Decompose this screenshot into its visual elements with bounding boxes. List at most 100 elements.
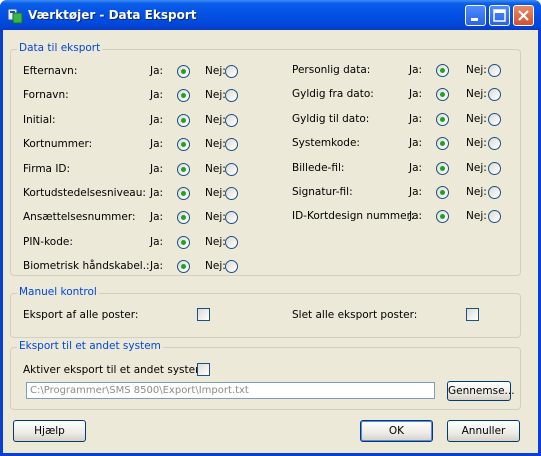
yes-radio[interactable] (177, 187, 190, 200)
radio-selected-dot (181, 215, 186, 221)
no-radio[interactable] (225, 65, 238, 78)
fields_right-label: Systemkode: (292, 137, 360, 150)
radio-selected-dot (181, 191, 186, 196)
yes-label: Ja: (409, 186, 423, 198)
help-button[interactable]: Hjælp (13, 420, 86, 442)
fields_left-label: Initial: (23, 113, 56, 126)
manual-control-group-title: Manuel kontrol (17, 286, 99, 299)
yes-radio[interactable] (436, 64, 449, 77)
maximize-icon (493, 9, 506, 22)
activate-export-checkbox[interactable] (197, 363, 210, 376)
no-label: Nej: (466, 112, 487, 125)
fields_left-label: PIN-kode: (23, 235, 73, 248)
radio-selected-dot (181, 117, 186, 123)
no-label: Nej: (205, 211, 226, 224)
yes-radio[interactable] (436, 186, 449, 199)
no-label: Nej: (466, 88, 487, 101)
fields_right-label: Gyldig fra dato: (292, 88, 374, 101)
export-path-field[interactable]: C:\Programmer\SMS 8500\Export\Import.txt (26, 382, 435, 399)
no-label: Nej: (205, 113, 226, 126)
fields_left-label: Biometrisk håndskabel.: (23, 260, 150, 273)
browse-button[interactable]: Gennemse... (447, 381, 515, 401)
minimize-button[interactable] (465, 5, 486, 26)
yes-radio[interactable] (177, 162, 190, 176)
yes-label: Ja: (150, 89, 164, 102)
title-bar[interactable]: Værktøjer - Data Eksport (0, 0, 541, 30)
fields_left-label: Fornavn: (23, 89, 69, 102)
dialog-window: Værktøjer - Data Eksport Data til ekspor… (0, 0, 541, 456)
app-icon (7, 8, 23, 24)
yes-label: Ja: (150, 113, 164, 126)
delete-all-label: Slet alle eksport poster: (292, 309, 418, 321)
fields_right-label: Billede-fil: (292, 161, 345, 174)
yes-radio[interactable] (177, 65, 190, 78)
cancel-button[interactable]: Annuller (447, 420, 520, 442)
no-label: Nej: (205, 138, 226, 151)
no-label: Nej: (205, 260, 226, 273)
yes-label: Ja: (409, 112, 423, 125)
radio-selected-dot (440, 214, 445, 220)
no-radio[interactable] (488, 112, 501, 126)
external-export-group: Eksport til et andet system (10, 340, 521, 410)
no-radio[interactable] (488, 64, 501, 77)
yes-radio[interactable] (177, 113, 190, 127)
fields_left-label: Ansættelsesnummer: (23, 211, 136, 224)
fields_right-label: ID-Kortdesign nummer: (292, 210, 415, 223)
radio-selected-dot (440, 141, 445, 147)
yes-label: Ja: (150, 162, 164, 175)
no-radio[interactable] (225, 235, 238, 249)
yes-radio[interactable] (436, 161, 449, 175)
fields_left-label: Kortudstedelsesniveau: (23, 187, 146, 199)
yes-label: Ja: (150, 235, 164, 248)
radio-selected-dot (181, 93, 186, 99)
radio-selected-dot (440, 116, 445, 122)
no-label: Nej: (205, 89, 226, 102)
yes-label: Ja: (409, 137, 423, 150)
yes-label: Ja: (150, 138, 164, 151)
minimize-icon (471, 18, 478, 21)
no-radio[interactable] (225, 162, 238, 176)
no-radio[interactable] (225, 187, 238, 200)
radio-selected-dot (440, 68, 445, 73)
close-button[interactable] (513, 5, 534, 26)
no-label: Nej: (205, 162, 226, 175)
yes-label: Ja: (150, 187, 164, 199)
fields_right-label: Signatur-fil: (292, 186, 353, 198)
yes-label: Ja: (409, 64, 423, 76)
delete-all-checkbox[interactable] (466, 308, 479, 321)
no-label: Nej: (205, 65, 226, 77)
yes-radio[interactable] (436, 112, 449, 126)
fields_right-label: Personlig data: (292, 64, 371, 76)
no-radio[interactable] (488, 161, 501, 175)
no-label: Nej: (205, 187, 226, 199)
radio-selected-dot (181, 239, 186, 245)
radio-selected-dot (440, 165, 445, 171)
dialog-client-area: Data til eksport Efternavn: Ja: Nej: Fornav… (3, 30, 538, 453)
close-icon (518, 10, 529, 21)
yes-label: Ja: (409, 88, 423, 101)
no-label: Nej: (466, 64, 487, 76)
radio-selected-dot (181, 142, 186, 148)
no-label: Nej: (205, 235, 226, 248)
no-label: Nej: (466, 137, 487, 150)
export-all-checkbox[interactable] (197, 308, 210, 321)
external-export-group-title: Eksport til et andet system (17, 340, 163, 353)
data-export-group-title: Data til eksport (17, 42, 103, 55)
no-radio[interactable] (488, 186, 501, 199)
fields_left-label: Efternavn: (23, 65, 78, 77)
yes-label: Ja: (150, 211, 164, 224)
yes-label: Ja: (409, 210, 423, 223)
window-title: Værktøjer - Data Eksport (28, 8, 197, 22)
fields_left-label: Kortnummer: (23, 138, 93, 151)
no-radio[interactable] (225, 113, 238, 127)
radio-selected-dot (181, 166, 186, 172)
yes-label: Ja: (409, 161, 423, 174)
yes-label: Ja: (150, 260, 164, 273)
no-label: Nej: (466, 161, 487, 174)
yes-radio[interactable] (177, 235, 190, 249)
export-all-label: Eksport af alle poster: (23, 309, 139, 321)
fields_right-label: Gyldig til dato: (292, 112, 370, 125)
ok-button[interactable]: OK (360, 420, 433, 442)
no-label: Nej: (466, 210, 487, 223)
maximize-button[interactable] (489, 5, 510, 26)
